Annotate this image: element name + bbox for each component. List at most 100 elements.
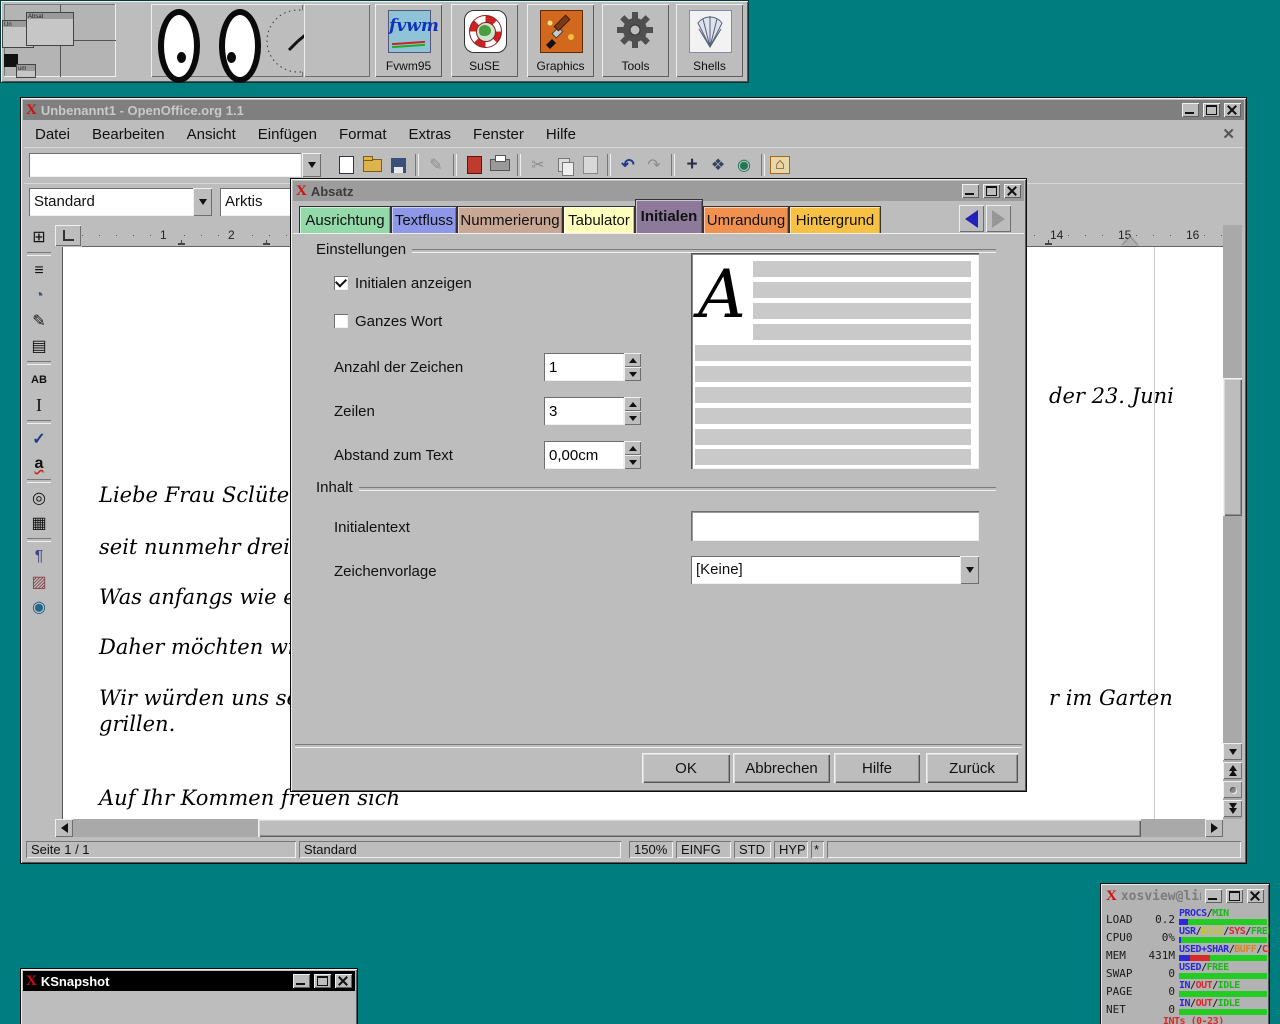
previous-page-button[interactable] — [1223, 762, 1242, 779]
maximize-button[interactable] — [1203, 103, 1220, 117]
tab-umrandung[interactable]: Umrandung — [703, 206, 789, 233]
status-page[interactable]: Seite 1 / 1 — [26, 841, 296, 858]
num-chars-spinner[interactable] — [544, 353, 641, 381]
form-functions-icon[interactable]: ▤ — [27, 334, 51, 358]
auto-spellcheck-icon[interactable]: a — [27, 452, 51, 476]
char-style-combobox[interactable]: [Keine] — [691, 556, 979, 584]
tab-type-selector-button[interactable] — [55, 225, 81, 246]
close-button[interactable] — [1247, 889, 1264, 903]
menu-fenster[interactable]: Fenster — [462, 124, 535, 145]
tab-textfluss[interactable]: Textfluss — [391, 206, 457, 233]
find-icon[interactable]: ◎ — [27, 486, 51, 510]
print-icon[interactable] — [488, 153, 512, 177]
chevron-down-icon[interactable] — [960, 556, 979, 584]
navigation-dot-button[interactable] — [1223, 781, 1242, 798]
spin-down-icon[interactable] — [624, 455, 641, 469]
insert-fields-icon[interactable]: ≡ — [27, 259, 51, 283]
cancel-button[interactable]: Abbrechen — [733, 753, 830, 783]
graphics-on-off-icon[interactable]: ▨ — [27, 570, 51, 594]
nonprinting-characters-icon[interactable]: ¶ — [27, 545, 51, 569]
insert-object-icon[interactable]: ◔ — [27, 284, 51, 308]
online-layout-icon[interactable]: ◉ — [27, 595, 51, 619]
show-dropcaps-checkbox[interactable] — [334, 276, 348, 290]
tab-tabulator[interactable]: Tabulator — [563, 206, 635, 233]
pager-miniwindow-dialog[interactable]: Absat — [26, 12, 74, 46]
num-chars-input[interactable] — [544, 353, 624, 381]
pager-miniwindow-small[interactable]: um — [16, 64, 36, 78]
distance-spinner[interactable] — [544, 441, 641, 469]
autotext-icon[interactable]: AB — [27, 368, 51, 392]
close-button[interactable] — [1224, 103, 1241, 117]
minimize-button[interactable] — [1182, 103, 1199, 117]
direct-cursor-icon[interactable]: I — [27, 393, 51, 417]
spin-up-icon[interactable] — [624, 353, 641, 367]
url-combobox[interactable] — [29, 153, 321, 177]
tab-nummerierung[interactable]: Nummerierung — [457, 206, 563, 233]
tab-ausrichtung[interactable]: Ausrichtung — [299, 206, 391, 233]
tab-hintergrund[interactable]: Hintergrund — [789, 206, 881, 233]
whole-word-checkbox[interactable] — [334, 314, 348, 328]
status-hyperlink-mode[interactable]: HYP — [774, 841, 808, 858]
status-insert-mode[interactable]: EINFG — [676, 841, 731, 858]
horizontal-scrollbar[interactable] — [55, 819, 1223, 837]
desktop-pager[interactable]: Un Absat um — [4, 4, 116, 77]
status-page-style[interactable]: Standard — [299, 841, 621, 858]
undo-icon[interactable]: ↶ — [616, 153, 640, 177]
navigator-icon[interactable]: + — [680, 153, 704, 177]
draw-functions-icon[interactable]: ✎ — [27, 309, 51, 333]
minimize-button[interactable] — [962, 184, 979, 198]
back-button[interactable]: Zurück — [926, 753, 1018, 783]
redo-icon[interactable]: ↷ — [642, 153, 666, 177]
hyperlink-icon[interactable]: ◉ — [732, 153, 756, 177]
gallery-icon[interactable]: ⌂ — [770, 156, 790, 174]
status-selection-mode[interactable]: STD — [734, 841, 771, 858]
menu-extras[interactable]: Extras — [398, 124, 463, 145]
dock-button-graphics[interactable]: Graphics — [527, 4, 594, 77]
tab-scroll-left-button[interactable] — [959, 205, 984, 232]
close-document-icon[interactable]: ✕ — [1222, 125, 1235, 143]
edit-file-icon[interactable]: ✎ — [424, 153, 448, 177]
stylist-icon[interactable]: ❖ — [706, 153, 730, 177]
url-input[interactable] — [29, 153, 301, 177]
spellcheck-icon[interactable]: ✓ — [27, 427, 51, 451]
menu-ansicht[interactable]: Ansicht — [176, 124, 247, 145]
export-pdf-icon[interactable] — [462, 153, 486, 177]
scroll-left-button[interactable] — [55, 819, 73, 837]
maximize-button[interactable] — [983, 184, 1000, 198]
dock-button-suse[interactable]: SuSE — [451, 4, 518, 77]
tab-scroll-right-button[interactable] — [986, 205, 1011, 232]
help-button[interactable]: Hilfe — [834, 753, 920, 783]
cut-icon[interactable]: ✂ — [526, 153, 550, 177]
chevron-down-icon[interactable] — [302, 153, 321, 177]
copy-icon[interactable] — [552, 153, 576, 177]
minimize-button[interactable] — [293, 974, 310, 988]
openoffice-titlebar[interactable]: X Unbenannt1 - OpenOffice.org 1.1 — [23, 100, 1244, 120]
tab-initialen[interactable]: Initialen — [635, 199, 703, 233]
xosview-titlebar[interactable]: X xosview@linux — [1103, 886, 1267, 906]
close-button[interactable] — [1004, 184, 1021, 198]
dock-button-fvwm95[interactable]: fvwm Fvwm95 — [375, 4, 442, 77]
status-zoom[interactable]: 150% — [629, 841, 673, 858]
close-button[interactable] — [335, 974, 352, 988]
spin-down-icon[interactable] — [624, 367, 641, 381]
vertical-scrollbar[interactable] — [1223, 225, 1242, 819]
dock-button-shells[interactable]: Shells — [676, 4, 743, 77]
menu-hilfe[interactable]: Hilfe — [535, 124, 587, 145]
new-document-icon[interactable] — [334, 153, 358, 177]
lines-spinner[interactable] — [544, 397, 641, 425]
paste-icon[interactable] — [578, 153, 602, 177]
distance-input[interactable] — [544, 441, 624, 469]
spin-up-icon[interactable] — [624, 441, 641, 455]
scroll-down-button[interactable] — [1223, 743, 1242, 760]
spin-up-icon[interactable] — [624, 397, 641, 411]
horizontal-scrollbar-thumb[interactable] — [258, 819, 1141, 837]
maximize-button[interactable] — [1226, 889, 1243, 903]
ksnapshot-titlebar[interactable]: X KSnapshot — [23, 971, 355, 991]
menu-bearbeiten[interactable]: Bearbeiten — [81, 124, 176, 145]
menu-format[interactable]: Format — [328, 124, 398, 145]
save-document-icon[interactable] — [386, 153, 410, 177]
ok-button[interactable]: OK — [642, 753, 730, 783]
scroll-right-button[interactable] — [1205, 819, 1223, 837]
dock-button-tools[interactable]: Tools — [602, 4, 669, 77]
insert-table-icon[interactable]: ⊞ — [27, 225, 51, 249]
